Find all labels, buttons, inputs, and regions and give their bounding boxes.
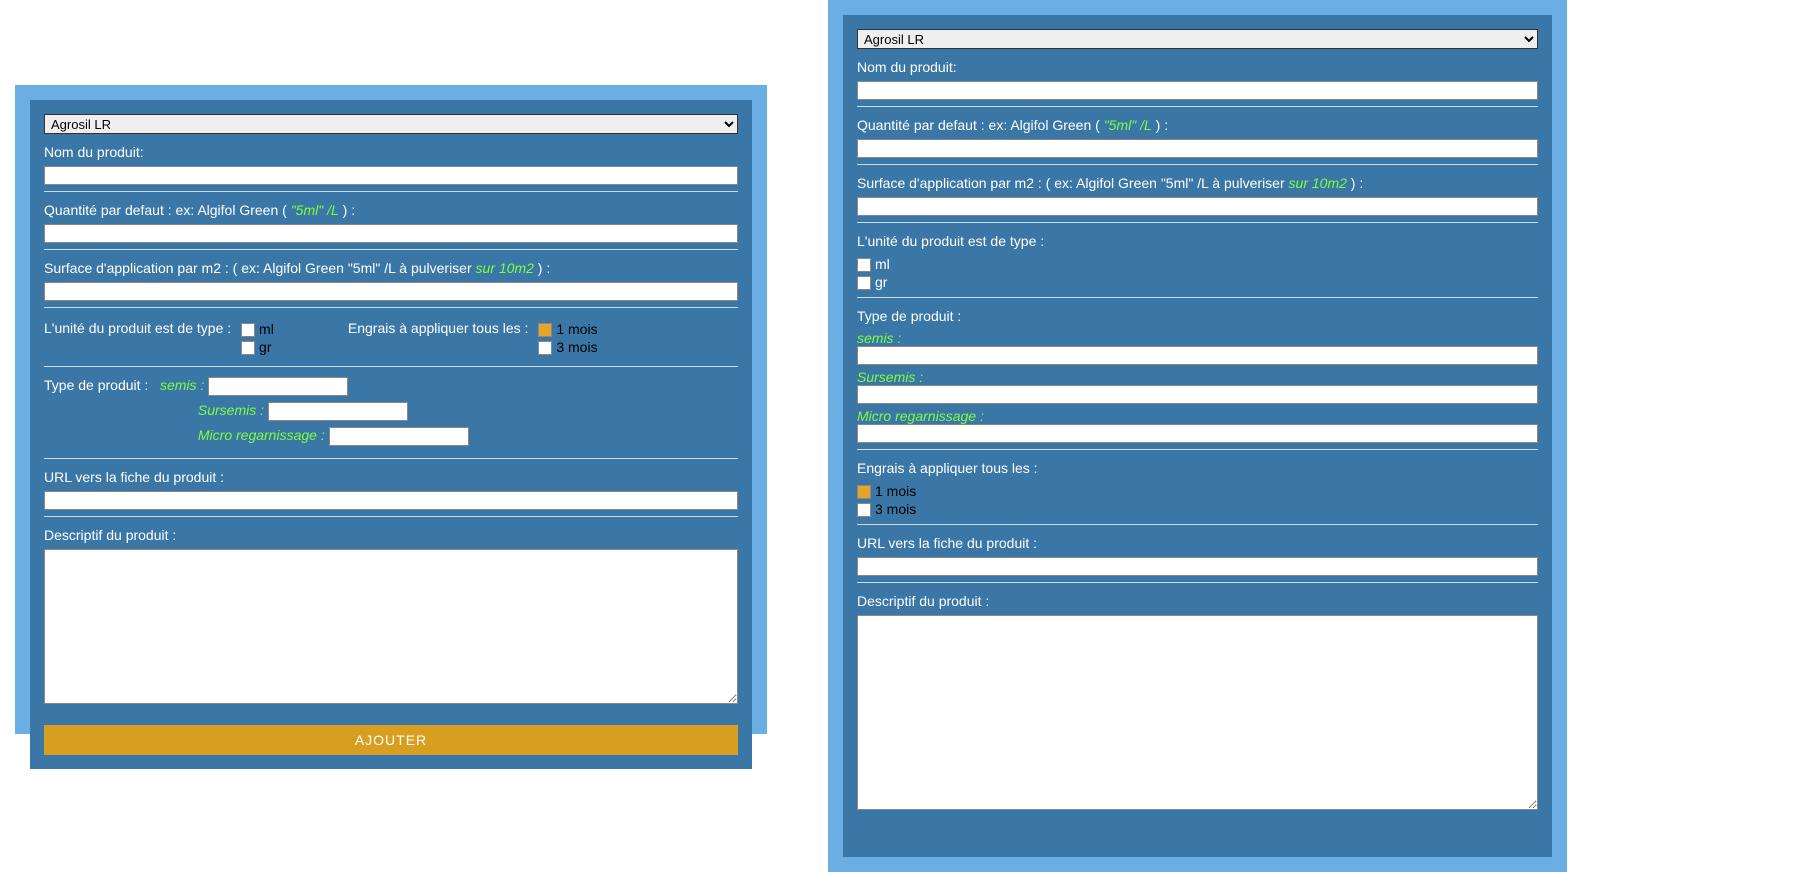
product-type-label: Type de produit : — [44, 377, 148, 393]
product-type-group-r: Type de produit : semis : Sursemis : Mic… — [857, 308, 1538, 450]
url-label: URL vers la fiche du produit : — [44, 469, 224, 485]
submit-button[interactable]: AJOUTER — [44, 725, 738, 755]
semis-input-r[interactable] — [857, 346, 1538, 365]
product-select-r[interactable]: Agrosil LR — [857, 29, 1538, 49]
default-qty-label-r: Quantité par defaut : ex: Algifol Green … — [857, 117, 1538, 133]
frequency-group-r: Engrais à appliquer tous les : 1 mois 3 … — [857, 460, 1538, 525]
unit-type-group-r: L'unité du produit est de type : ml gr — [857, 233, 1538, 298]
unit-type-label: L'unité du produit est de type : — [44, 320, 231, 336]
url-input[interactable] — [44, 491, 738, 510]
product-name-input-r[interactable] — [857, 81, 1538, 100]
unit-and-frequency-row: L'unité du produit est de type : ml gr E… — [44, 320, 738, 367]
product-select[interactable]: Agrosil LR — [44, 114, 738, 134]
freq-1month-label: 1 mois — [556, 321, 597, 337]
default-qty-input[interactable] — [44, 224, 738, 243]
micro-input-r[interactable] — [857, 424, 1538, 443]
product-name-input[interactable] — [44, 166, 738, 185]
unit-type-block: L'unité du produit est de type : ml gr — [44, 320, 344, 356]
unit-ml-label: ml — [259, 321, 274, 337]
unit-gr-checkbox[interactable] — [241, 341, 255, 355]
product-name-label: Nom du produit: — [44, 144, 144, 160]
unit-gr-checkbox-r[interactable] — [857, 276, 871, 290]
freq-1month-label-r: 1 mois — [875, 483, 916, 499]
surface-label: Surface d'application par m2 : ( ex: Alg… — [44, 260, 738, 276]
sursemis-label-r: Sursemis : — [857, 369, 923, 385]
product-form-panel-stacked: Agrosil LR Nom du produit: Quantité par … — [828, 0, 1567, 872]
default-qty-group-r: Quantité par defaut : ex: Algifol Green … — [857, 117, 1538, 165]
form-body-stacked: Agrosil LR Nom du produit: Quantité par … — [843, 15, 1552, 857]
product-type-label-r: Type de produit : — [857, 308, 961, 324]
product-name-group-r: Nom du produit: — [857, 59, 1538, 107]
unit-ml-checkbox[interactable] — [241, 323, 255, 337]
micro-label: Micro regarnissage : — [198, 427, 325, 443]
description-label: Descriptif du produit : — [44, 527, 176, 543]
unit-ml-label-r: ml — [875, 256, 890, 272]
sursemis-input[interactable] — [268, 402, 408, 421]
default-qty-group: Quantité par defaut : ex: Algifol Green … — [44, 202, 738, 250]
semis-input[interactable] — [208, 377, 348, 396]
sursemis-label: Sursemis : — [198, 402, 264, 418]
semis-label: semis : — [160, 377, 204, 393]
description-group: Descriptif du produit : — [44, 527, 738, 713]
default-qty-label: Quantité par defaut : ex: Algifol Green … — [44, 202, 738, 218]
form-body: Agrosil LR Nom du produit: Quantité par … — [30, 100, 752, 769]
surface-label-r: Surface d'application par m2 : ( ex: Alg… — [857, 175, 1538, 191]
sursemis-input-r[interactable] — [857, 385, 1538, 404]
product-name-group: Nom du produit: — [44, 144, 738, 192]
freq-1month-checkbox-r[interactable] — [857, 485, 871, 499]
unit-gr-label: gr — [259, 339, 271, 355]
frequency-block: Engrais à appliquer tous les : 1 mois 3 … — [348, 320, 708, 356]
product-type-group: Type de produit : semis : Sursemis : Mic… — [44, 377, 738, 459]
product-form-panel-compact: Agrosil LR Nom du produit: Quantité par … — [15, 85, 767, 734]
surface-group-r: Surface d'application par m2 : ( ex: Alg… — [857, 175, 1538, 223]
description-textarea-r[interactable] — [857, 615, 1538, 810]
unit-gr-label-r: gr — [875, 274, 887, 290]
url-input-r[interactable] — [857, 557, 1538, 576]
surface-input-r[interactable] — [857, 197, 1538, 216]
freq-3month-checkbox-r[interactable] — [857, 503, 871, 517]
freq-3month-label-r: 3 mois — [875, 501, 916, 517]
description-label-r: Descriptif du produit : — [857, 593, 989, 609]
url-group-r: URL vers la fiche du produit : — [857, 535, 1538, 583]
micro-input[interactable] — [329, 427, 469, 446]
surface-group: Surface d'application par m2 : ( ex: Alg… — [44, 260, 738, 308]
unit-type-label-r: L'unité du produit est de type : — [857, 233, 1044, 249]
description-group-r: Descriptif du produit : — [857, 593, 1538, 819]
unit-ml-checkbox-r[interactable] — [857, 258, 871, 272]
freq-1month-checkbox[interactable] — [538, 323, 552, 337]
product-name-label-r: Nom du produit: — [857, 59, 957, 75]
semis-label-r: semis : — [857, 330, 901, 346]
frequency-label: Engrais à appliquer tous les : — [348, 320, 529, 336]
default-qty-input-r[interactable] — [857, 139, 1538, 158]
url-label-r: URL vers la fiche du produit : — [857, 535, 1037, 551]
micro-label-r: Micro regarnissage : — [857, 408, 984, 424]
description-textarea[interactable] — [44, 549, 738, 704]
url-group: URL vers la fiche du produit : — [44, 469, 738, 517]
freq-3month-checkbox[interactable] — [538, 341, 552, 355]
frequency-label-r: Engrais à appliquer tous les : — [857, 460, 1038, 476]
freq-3month-label: 3 mois — [556, 339, 597, 355]
surface-input[interactable] — [44, 282, 738, 301]
